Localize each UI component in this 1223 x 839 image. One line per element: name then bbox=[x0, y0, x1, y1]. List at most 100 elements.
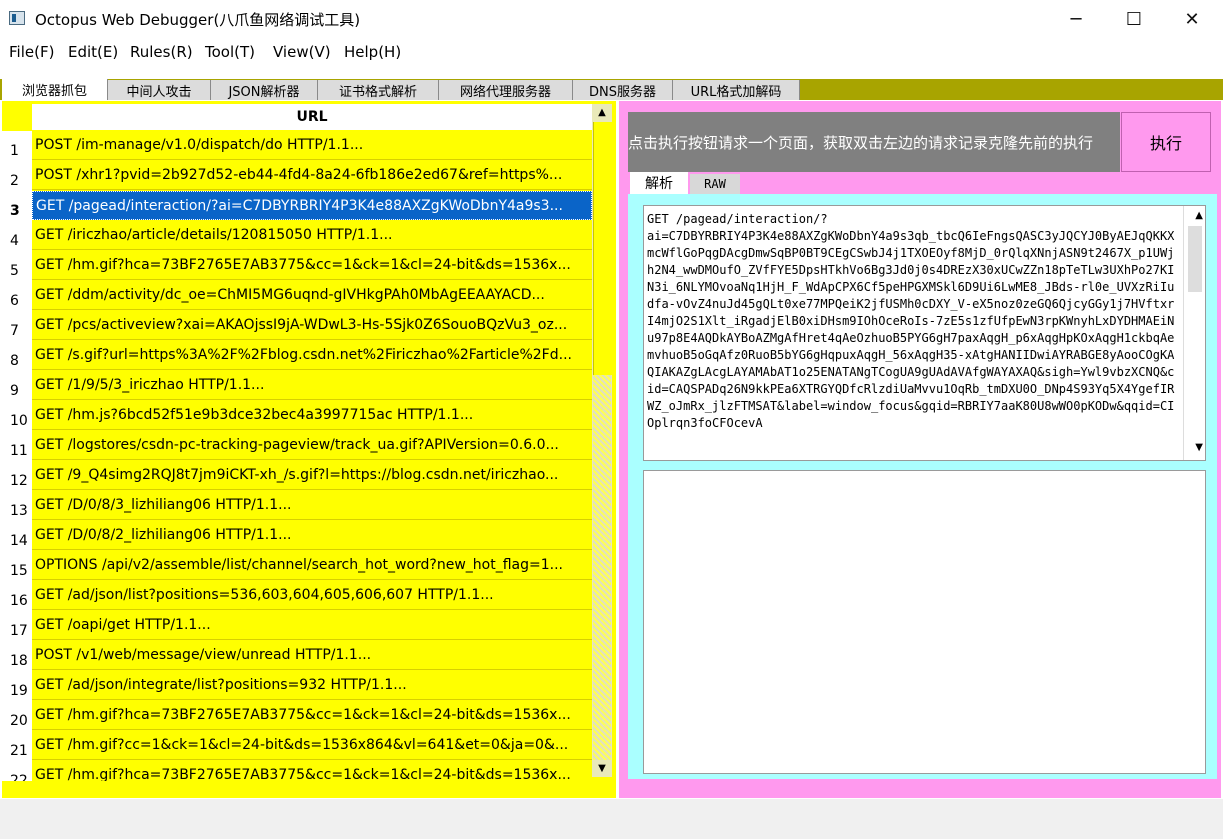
url-cell[interactable]: GET /D/0/8/3_lizhiliang06 HTTP/1.1... bbox=[32, 491, 592, 520]
table-row[interactable]: 6 GET /ddm/activity/dc_oe=ChMI5MG6uqnd-gI… bbox=[2, 281, 592, 311]
row-number[interactable]: 22 bbox=[2, 761, 32, 781]
row-number[interactable]: 19 bbox=[2, 671, 32, 701]
row-number[interactable]: 6 bbox=[2, 281, 32, 311]
request-text-content: GET /pagead/interaction/? ai=C7DBYRBRIY4P… bbox=[647, 212, 1175, 430]
subtab-parse[interactable]: 解析 bbox=[630, 172, 688, 194]
url-cell[interactable]: GET /logstores/csdn-pc-tracking-pageview… bbox=[32, 431, 592, 460]
table-row[interactable]: 7 GET /pcs/activeview?xai=AKAOjssI9jA-WDw… bbox=[2, 311, 592, 341]
url-cell[interactable]: POST /v1/web/message/view/unread HTTP/1.… bbox=[32, 641, 592, 670]
tab-proxy-server[interactable]: 网络代理服务器 bbox=[439, 80, 573, 100]
table-row[interactable]: 11 GET /logstores/csdn-pc-tracking-pagevi… bbox=[2, 431, 592, 461]
row-number[interactable]: 15 bbox=[2, 551, 32, 581]
menu-bar: File(F) Edit(E) Rules(R) Tool(T) View(V)… bbox=[0, 38, 1223, 66]
table-row[interactable]: 4 GET /iriczhao/article/details/120815050… bbox=[2, 221, 592, 251]
row-number[interactable]: 20 bbox=[2, 701, 32, 731]
url-cell[interactable]: GET /oapi/get HTTP/1.1... bbox=[32, 611, 592, 640]
tab-browser-capture[interactable]: 浏览器抓包 bbox=[2, 79, 108, 100]
subtab-raw[interactable]: RAW bbox=[690, 174, 740, 194]
url-cell[interactable]: GET /hm.gif?hca=73BF2765E7AB3775&cc=1&ck… bbox=[32, 761, 592, 781]
tab-dns-server[interactable]: DNS服务器 bbox=[573, 80, 673, 100]
menu-file[interactable]: File(F) bbox=[9, 43, 54, 61]
response-textarea[interactable] bbox=[643, 470, 1206, 774]
table-row[interactable]: 5 GET /hm.gif?hca=73BF2765E7AB3775&cc=1&c… bbox=[2, 251, 592, 281]
menu-edit[interactable]: Edit(E) bbox=[68, 43, 118, 61]
table-row[interactable]: 16 GET /ad/json/list?positions=536,603,60… bbox=[2, 581, 592, 611]
url-cell[interactable]: GET /hm.js?6bcd52f51e9b3dce32bec4a399771… bbox=[32, 401, 592, 430]
row-number[interactable]: 10 bbox=[2, 401, 32, 431]
table-row[interactable]: 9 GET /1/9/5/3_iriczhao HTTP/1.1... bbox=[2, 371, 592, 401]
row-number[interactable]: 4 bbox=[2, 221, 32, 251]
request-textarea-scrollbar[interactable]: ▲ ▼ bbox=[1183, 206, 1205, 460]
url-cell[interactable]: GET /s.gif?url=https%3A%2F%2Fblog.csdn.n… bbox=[32, 341, 592, 370]
table-row[interactable]: 22 GET /hm.gif?hca=73BF2765E7AB3775&cc=1&… bbox=[2, 761, 592, 781]
url-cell[interactable]: GET /ddm/activity/dc_oe=ChMI5MG6uqnd-gIV… bbox=[32, 281, 592, 310]
url-cell[interactable]: POST /im-manage/v1.0/dispatch/do HTTP/1.… bbox=[32, 131, 592, 160]
execute-button[interactable]: 执行 bbox=[1121, 112, 1211, 172]
url-cell[interactable]: GET /iriczhao/article/details/120815050 … bbox=[32, 221, 592, 250]
url-cell[interactable]: GET /hm.gif?hca=73BF2765E7AB3775&cc=1&ck… bbox=[32, 251, 592, 280]
url-cell[interactable]: GET /ad/json/list?positions=536,603,604,… bbox=[32, 581, 592, 610]
url-cell[interactable]: GET /1/9/5/3_iriczhao HTTP/1.1... bbox=[32, 371, 592, 400]
request-grid: 1 POST /im-manage/v1.0/dispatch/do HTTP/1… bbox=[2, 131, 592, 781]
scrollbar-track[interactable] bbox=[593, 375, 611, 760]
scrollbar-thumb[interactable] bbox=[593, 122, 612, 375]
url-column-header[interactable]: URL bbox=[32, 104, 592, 130]
url-cell[interactable]: GET /hm.gif?cc=1&ck=1&cl=24-bit&ds=1536x… bbox=[32, 731, 592, 760]
row-number[interactable]: 1 bbox=[2, 131, 32, 161]
row-number[interactable]: 16 bbox=[2, 581, 32, 611]
table-row[interactable]: 2 POST /xhr1?pvid=2b927d52-eb44-4fd4-8a24… bbox=[2, 161, 592, 191]
row-number[interactable]: 17 bbox=[2, 611, 32, 641]
url-cell[interactable]: GET /hm.gif?hca=73BF2765E7AB3775&cc=1&ck… bbox=[32, 701, 592, 730]
request-textarea[interactable]: GET /pagead/interaction/? ai=C7DBYRBRIY4P… bbox=[643, 205, 1206, 461]
url-cell[interactable]: GET /pagead/interaction/?ai=C7DBYRBRIY4P… bbox=[32, 191, 592, 220]
url-cell[interactable]: OPTIONS /api/v2/assemble/list/channel/se… bbox=[32, 551, 592, 580]
table-row[interactable]: 19 GET /ad/json/integrate/list?positions=… bbox=[2, 671, 592, 701]
menu-help[interactable]: Help(H) bbox=[344, 43, 401, 61]
tab-json-parser[interactable]: JSON解析器 bbox=[211, 80, 318, 100]
table-row[interactable]: 17 GET /oapi/get HTTP/1.1... bbox=[2, 611, 592, 641]
row-number[interactable]: 11 bbox=[2, 431, 32, 461]
scroll-down-arrow-icon[interactable]: ▼ bbox=[1195, 442, 1203, 453]
table-row[interactable]: 20 GET /hm.gif?hca=73BF2765E7AB3775&cc=1&… bbox=[2, 701, 592, 731]
row-number[interactable]: 14 bbox=[2, 521, 32, 551]
tab-cert-parser[interactable]: 证书格式解析 bbox=[318, 80, 439, 100]
row-number[interactable]: 8 bbox=[2, 341, 32, 371]
window-title: Octopus Web Debugger(八爪鱼网络调试工具) bbox=[35, 11, 361, 29]
table-row[interactable]: 13 GET /D/0/8/3_lizhiliang06 HTTP/1.1... bbox=[2, 491, 592, 521]
table-row[interactable]: 14 GET /D/0/8/2_lizhiliang06 HTTP/1.1... bbox=[2, 521, 592, 551]
row-number[interactable]: 3 bbox=[2, 191, 32, 221]
url-cell[interactable]: POST /xhr1?pvid=2b927d52-eb44-4fd4-8a24-… bbox=[32, 161, 592, 190]
tab-mitm-attack[interactable]: 中间人攻击 bbox=[108, 80, 211, 100]
scroll-up-arrow-icon[interactable]: ▲ bbox=[1195, 210, 1203, 221]
table-row[interactable]: 8 GET /s.gif?url=https%3A%2F%2Fblog.csdn.… bbox=[2, 341, 592, 371]
row-number[interactable]: 7 bbox=[2, 311, 32, 341]
menu-rules[interactable]: Rules(R) bbox=[130, 43, 193, 61]
minimize-button[interactable]: ─ bbox=[1047, 0, 1105, 38]
row-number[interactable]: 5 bbox=[2, 251, 32, 281]
menu-view[interactable]: View(V) bbox=[273, 43, 331, 61]
tab-url-codec[interactable]: URL格式加解码 bbox=[673, 80, 800, 100]
row-number[interactable]: 9 bbox=[2, 371, 32, 401]
request-scrollbar-thumb[interactable] bbox=[1188, 226, 1202, 292]
table-row[interactable]: 1 POST /im-manage/v1.0/dispatch/do HTTP/1… bbox=[2, 131, 592, 161]
url-cell[interactable]: GET /D/0/8/2_lizhiliang06 HTTP/1.1... bbox=[32, 521, 592, 550]
maximize-button[interactable]: ☐ bbox=[1105, 0, 1163, 38]
url-cell[interactable]: GET /pcs/activeview?xai=AKAOjssI9jA-WDwL… bbox=[32, 311, 592, 340]
scroll-down-arrow-icon[interactable]: ▼ bbox=[592, 760, 612, 777]
table-row[interactable]: 3 GET /pagead/interaction/?ai=C7DBYRBRIY4… bbox=[2, 191, 592, 221]
scroll-up-arrow-icon[interactable]: ▲ bbox=[592, 104, 612, 121]
table-row[interactable]: 21 GET /hm.gif?cc=1&ck=1&cl=24-bit&ds=153… bbox=[2, 731, 592, 761]
row-number[interactable]: 12 bbox=[2, 461, 32, 491]
url-cell[interactable]: GET /ad/json/integrate/list?positions=93… bbox=[32, 671, 592, 700]
url-cell[interactable]: GET /9_Q4simg2RQJ8t7jm9iCKT-xh_/s.gif?l=… bbox=[32, 461, 592, 490]
row-number[interactable]: 2 bbox=[2, 161, 32, 191]
table-row[interactable]: 12 GET /9_Q4simg2RQJ8t7jm9iCKT-xh_/s.gif?… bbox=[2, 461, 592, 491]
close-button[interactable]: ✕ bbox=[1163, 0, 1221, 38]
row-number[interactable]: 18 bbox=[2, 641, 32, 671]
table-row[interactable]: 15 OPTIONS /api/v2/assemble/list/channel/… bbox=[2, 551, 592, 581]
table-row[interactable]: 18 POST /v1/web/message/view/unread HTTP/… bbox=[2, 641, 592, 671]
row-number[interactable]: 13 bbox=[2, 491, 32, 521]
table-row[interactable]: 10 GET /hm.js?6bcd52f51e9b3dce32bec4a3997… bbox=[2, 401, 592, 431]
row-number[interactable]: 21 bbox=[2, 731, 32, 761]
menu-tool[interactable]: Tool(T) bbox=[205, 43, 255, 61]
